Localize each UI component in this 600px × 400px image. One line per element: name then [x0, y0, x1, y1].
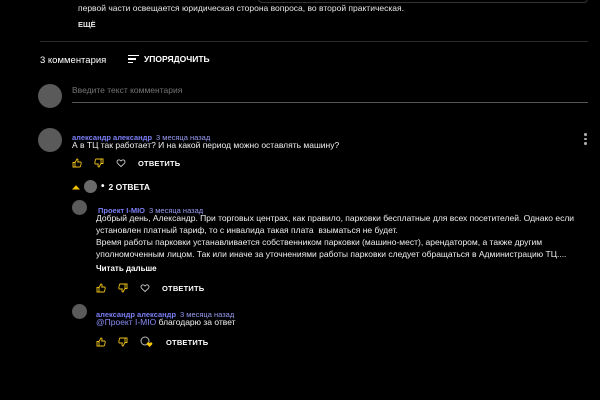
avatar[interactable] [72, 304, 87, 319]
reply-button[interactable]: ОТВЕТИТЬ [138, 159, 180, 168]
comment-actions: ОТВЕТИТЬ [72, 158, 180, 168]
heart-icon[interactable] [140, 283, 150, 293]
avatar[interactable] [38, 128, 62, 152]
comment-input-underline [72, 102, 588, 103]
section-divider [40, 41, 588, 42]
comment-text: А в ТЦ так работает? И на какой период м… [72, 140, 340, 150]
sort-label: УПОРЯДОЧИТЬ [144, 54, 210, 64]
reply-actions: ОТВЕТИТЬ [96, 336, 208, 348]
current-user-avatar [38, 84, 62, 108]
comment-input[interactable] [72, 85, 472, 95]
sort-button[interactable]: УПОРЯДОЧИТЬ [128, 54, 210, 64]
creator-heart-icon[interactable] [140, 336, 154, 348]
mention-link[interactable]: @Проект I-MIO [96, 317, 156, 327]
reply-text: @Проект I-MIO благодарю за ответ [96, 316, 236, 328]
reply-text-line: установлен платный тариф, то с инвалида … [96, 225, 398, 235]
like-icon[interactable] [96, 337, 106, 347]
heart-icon[interactable] [116, 158, 126, 168]
dislike-icon[interactable] [118, 337, 128, 347]
description-more-button[interactable]: ЕЩЁ [78, 20, 96, 29]
reply-actions: ОТВЕТИТЬ [96, 283, 204, 293]
like-icon[interactable] [72, 158, 82, 168]
like-icon[interactable] [96, 283, 106, 293]
replies-count-label: 2 ОТВЕТА [108, 181, 151, 192]
bullet-separator: • [101, 181, 105, 192]
reply-text: Добрый день, Александр. При торговых цен… [96, 212, 586, 260]
reply-button[interactable]: ОТВЕТИТЬ [166, 338, 208, 347]
reply-text-line: Добрый день, Александр. При торговых цен… [96, 213, 575, 223]
dislike-icon[interactable] [94, 158, 104, 168]
reply-button[interactable]: ОТВЕТИТЬ [162, 284, 204, 293]
comment-menu-icon[interactable] [584, 133, 588, 147]
reply-text-body: благодарю за ответ [156, 317, 236, 327]
reply-text-line: Время работы парковки устанавливается со… [96, 237, 543, 247]
dislike-icon[interactable] [118, 283, 128, 293]
reply-author-mini-avatar [84, 180, 97, 193]
description-text: первой части освещается юридическая стор… [78, 3, 404, 13]
read-more-button[interactable]: Читать дальше [96, 264, 157, 273]
chevron-up-icon [72, 182, 80, 192]
sort-icon [128, 54, 139, 64]
replies-toggle-button[interactable]: • 2 ОТВЕТА [72, 180, 150, 193]
avatar[interactable] [72, 200, 87, 215]
reply-text-line: уполномоченным лицом. Так или иначе за у… [96, 249, 567, 259]
comments-count: 3 комментария [40, 55, 107, 66]
